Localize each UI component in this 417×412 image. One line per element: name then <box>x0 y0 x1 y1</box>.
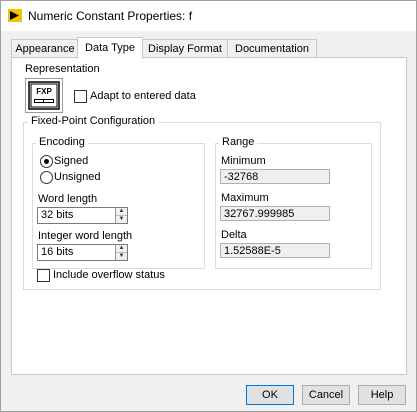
fxp-icon: FXP <box>28 81 60 110</box>
representation-heading: Representation <box>25 63 100 75</box>
window-title: Numeric Constant Properties: f <box>28 9 193 23</box>
adapt-checkbox[interactable] <box>74 90 87 103</box>
minimum-label: Minimum <box>221 155 266 167</box>
cancel-button[interactable]: Cancel <box>302 385 350 405</box>
spin-up-icon[interactable]: ▲ <box>116 208 127 216</box>
integer-word-length-stepper[interactable]: 16 bits ▲ ▼ <box>37 244 128 261</box>
tab-data-type[interactable]: Data Type <box>77 37 143 59</box>
overflow-label: Include overflow status <box>53 269 165 281</box>
tab-documentation[interactable]: Documentation <box>227 39 317 58</box>
encoding-heading: Encoding <box>36 136 88 148</box>
delta-field: 1.52588E-5 <box>220 243 330 258</box>
properties-dialog: Numeric Constant Properties: f Appearanc… <box>0 0 417 412</box>
word-length-spin-buttons: ▲ ▼ <box>115 208 127 223</box>
tab-strip: Appearance Data Type Display Format Docu… <box>11 37 411 59</box>
delta-label: Delta <box>221 229 247 241</box>
spin-down-icon[interactable]: ▼ <box>116 253 127 260</box>
word-length-stepper[interactable]: 32 bits ▲ ▼ <box>37 207 128 224</box>
integer-word-length-label: Integer word length <box>38 230 133 242</box>
integer-word-length-spin-buttons: ▲ ▼ <box>115 245 127 260</box>
tab-appearance[interactable]: Appearance <box>11 39 79 58</box>
labview-app-icon <box>8 9 22 22</box>
tab-display-format[interactable]: Display Format <box>141 39 229 58</box>
minimum-field: -32768 <box>220 169 330 184</box>
overflow-checkbox[interactable] <box>37 269 50 282</box>
signed-label: Signed <box>54 155 89 167</box>
maximum-label: Maximum <box>221 192 269 204</box>
adapt-label: Adapt to entered data <box>90 90 196 102</box>
fxp-representation-button[interactable]: FXP <box>25 78 63 113</box>
integer-word-length-value: 16 bits <box>41 246 74 258</box>
fxp-icon-text: FXP <box>36 87 52 96</box>
ok-button[interactable]: OK <box>246 385 294 405</box>
signed-radio[interactable] <box>40 155 53 168</box>
help-button[interactable]: Help <box>358 385 406 405</box>
spin-up-icon[interactable]: ▲ <box>116 245 127 253</box>
word-length-value: 32 bits <box>41 209 74 221</box>
fixed-point-heading: Fixed-Point Configuration <box>28 115 159 127</box>
word-length-label: Word length <box>38 193 98 205</box>
maximum-field: 32767.999985 <box>220 206 330 221</box>
unsigned-radio[interactable] <box>40 171 53 184</box>
title-bar[interactable]: Numeric Constant Properties: f <box>1 1 416 31</box>
unsigned-label: Unsigned <box>54 171 101 183</box>
spin-down-icon[interactable]: ▼ <box>116 216 127 223</box>
range-heading: Range <box>219 136 258 148</box>
